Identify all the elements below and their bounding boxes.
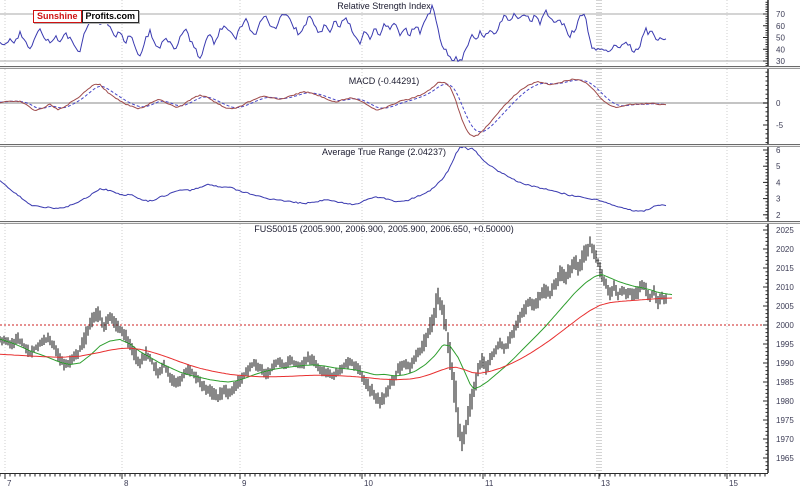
- y-axis-label: 5: [776, 162, 781, 171]
- y-axis-label: 1985: [776, 378, 794, 387]
- atr-panel[interactable]: 6 5 4 3 2: [0, 147, 800, 221]
- x-axis-day-label: 10: [364, 479, 373, 488]
- y-axis-label: 1970: [776, 435, 794, 444]
- y-axis-label: 60: [776, 22, 785, 31]
- y-axis-label: 50: [776, 34, 785, 43]
- y-axis-label: 1990: [776, 359, 794, 368]
- logo-sunshine: Sunshine: [33, 10, 82, 23]
- ma-slow-line: [0, 297, 673, 381]
- x-axis-day-label: 11: [485, 479, 494, 488]
- y-axis-label: 3: [776, 195, 781, 204]
- x-axis-day-label: 8: [124, 479, 129, 488]
- x-axis-day-label: 13: [601, 479, 610, 488]
- y-axis-label: 0: [776, 99, 781, 108]
- atr-line: [0, 147, 667, 212]
- y-axis-label: 2000: [776, 321, 794, 330]
- y-axis-label: 1965: [776, 454, 794, 463]
- price-bars: [0, 236, 667, 452]
- macd-signal-line: [0, 79, 667, 133]
- x-axis-day-label: 7: [7, 479, 12, 488]
- y-axis-label: 1980: [776, 397, 794, 406]
- y-axis-label: 2010: [776, 283, 794, 292]
- y-axis-label: 2: [776, 211, 781, 220]
- y-axis-label: 40: [776, 45, 785, 54]
- macd-line: [0, 78, 667, 138]
- macd-panel[interactable]: 0 -5: [0, 69, 800, 144]
- chart-root: 70 60 50 40 30 Relative Strength Index Sunsh…: [0, 0, 800, 489]
- y-axis-label: 4: [776, 178, 781, 187]
- y-axis-label: 2005: [776, 302, 794, 311]
- x-axis-day-label: 9: [242, 479, 247, 488]
- y-axis-label: 2020: [776, 245, 794, 254]
- y-axis-label: 2025: [776, 226, 794, 235]
- y-axis-label: 1975: [776, 416, 794, 425]
- time-axis[interactable]: 7 8 9 10 11 13 15: [0, 473, 800, 489]
- logo-profits: Profits.com: [81, 10, 140, 23]
- y-axis-label: -5: [776, 121, 784, 130]
- y-axis-label: 70: [776, 10, 785, 19]
- y-axis-label: 6: [776, 147, 781, 155]
- y-axis-label: 1995: [776, 340, 794, 349]
- y-axis-label: 30: [776, 57, 785, 66]
- x-axis-day-label: 15: [729, 479, 738, 488]
- y-axis-label: 2015: [776, 264, 794, 273]
- price-panel[interactable]: 2025 2020 2015 2010 2005 2000 1995 1990 1985 1980…: [0, 224, 800, 473]
- sunshineprofits-logo: Sunshine Profits.com: [33, 10, 140, 23]
